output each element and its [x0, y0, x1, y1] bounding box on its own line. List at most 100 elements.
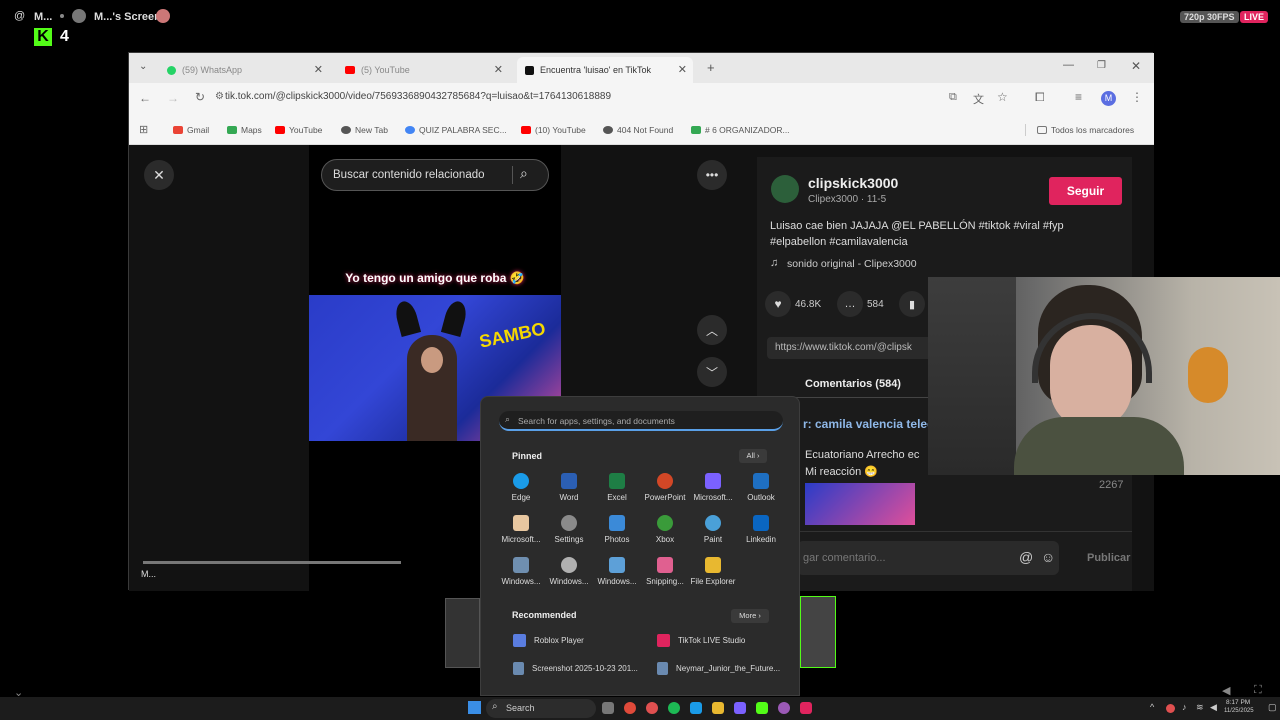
add-comment-input[interactable]: gar comentario... @ ☺ — [797, 541, 1059, 575]
translate-icon[interactable]: 文 — [973, 91, 984, 107]
windows-start-icon[interactable] — [468, 701, 481, 714]
bookmark-404[interactable]: 404 Not Found — [603, 125, 673, 135]
folder-icon[interactable] — [712, 702, 724, 714]
app-windows-3[interactable]: Windows... — [593, 557, 641, 586]
chevron-up-icon[interactable]: ︿ — [697, 315, 727, 345]
comment-user[interactable]: Ecuatoriano Arrecho ec — [805, 449, 919, 461]
restore-icon[interactable]: ❐ — [1097, 60, 1106, 71]
follow-button[interactable]: Seguir — [1049, 177, 1122, 205]
volume-icon[interactable]: ◀ — [1222, 684, 1230, 697]
app-snipping[interactable]: Snipping... — [641, 557, 689, 586]
heart-icon[interactable]: ♥ — [765, 291, 791, 317]
tab-search-icon[interactable]: ⌄ — [139, 61, 147, 72]
author-avatar[interactable] — [771, 175, 799, 203]
app-powerpoint[interactable]: PowerPoint — [641, 473, 689, 502]
rec-item[interactable]: Roblox Player — [513, 634, 584, 647]
search-icon[interactable]: ⌕ — [520, 165, 528, 182]
app-word[interactable]: Word — [545, 473, 593, 502]
rec-item[interactable]: Neymar_Junior_the_Future... — [657, 662, 780, 675]
bookmark-maps[interactable]: Maps — [227, 125, 262, 135]
publish-button[interactable]: Publicar — [1087, 552, 1130, 564]
app-edge[interactable]: Edge — [497, 473, 545, 502]
browser-icon[interactable] — [646, 702, 658, 714]
menu-icon[interactable]: ⋮ — [1131, 90, 1143, 104]
kick-icon[interactable] — [756, 702, 768, 714]
edge-icon[interactable] — [690, 702, 702, 714]
app-settings[interactable]: Settings — [545, 515, 593, 544]
comment-image[interactable] — [805, 483, 915, 525]
app-photos[interactable]: Photos — [593, 515, 641, 544]
wifi-icon[interactable]: ≋ — [1196, 702, 1204, 713]
app-windows-1[interactable]: Windows... — [497, 557, 545, 586]
bookmark-new-tab[interactable]: New Tab — [341, 125, 388, 135]
notification-icon[interactable]: ▢ — [1268, 702, 1277, 713]
url-field[interactable]: tik.tok.com/@clipskick3000/video/7569336… — [225, 91, 611, 102]
mention-icon[interactable]: @ — [1019, 549, 1033, 565]
emoji-icon[interactable]: ☺ — [1041, 549, 1055, 565]
profile-avatar[interactable]: M — [1101, 91, 1116, 106]
all-bookmarks[interactable]: Todos los marcadores — [1037, 125, 1134, 135]
chevron-down-icon[interactable]: ﹀ — [697, 357, 727, 387]
bookmark-icon[interactable]: ▮ — [899, 291, 925, 317]
fullscreen-icon[interactable]: ⛶ — [1254, 684, 1262, 697]
taskbar-search[interactable]: ⌕ Search — [486, 699, 596, 718]
close-icon[interactable]: ✕ — [314, 63, 323, 76]
tray-icon[interactable] — [1166, 704, 1175, 713]
more-button[interactable]: More › — [731, 609, 769, 623]
bookmark-quiz[interactable]: QUIZ PALABRA SEC... — [405, 125, 507, 135]
author-name[interactable]: clipskick3000 — [808, 175, 898, 191]
app-excel[interactable]: Excel — [593, 473, 641, 502]
rec-item[interactable]: TikTok LIVE Studio — [657, 634, 745, 647]
bookmark-youtube[interactable]: YouTube — [275, 125, 322, 135]
app-windows-2[interactable]: Windows... — [545, 557, 593, 586]
bookmark-organizador[interactable]: # 6 ORGANIZADOR... — [691, 125, 790, 135]
close-window-icon[interactable]: ✕ — [1131, 59, 1141, 73]
app-paint[interactable]: Paint — [689, 515, 737, 544]
minimize-icon[interactable]: — — [1063, 59, 1074, 71]
progress-bar[interactable] — [143, 561, 401, 564]
close-icon[interactable]: ✕ — [494, 63, 503, 76]
clock-date[interactable]: 11/25/2025 — [1224, 708, 1254, 714]
window-thumbnail[interactable] — [445, 598, 480, 668]
speaker-icon[interactable]: ◀ — [1210, 702, 1217, 713]
close-video-icon[interactable]: ✕ — [144, 160, 174, 190]
tab-comments[interactable]: Comentarios (584) — [805, 378, 901, 390]
chrome-icon[interactable] — [624, 702, 636, 714]
back-icon[interactable]: ← — [139, 91, 151, 105]
site-info-icon[interactable]: ⚙ — [215, 91, 224, 102]
tray-chevron-icon[interactable]: ^ — [1150, 702, 1154, 712]
spotify-icon[interactable] — [668, 702, 680, 714]
comment-icon[interactable]: … — [837, 291, 863, 317]
close-icon[interactable]: ✕ — [678, 63, 687, 76]
bookmark-gmail[interactable]: Gmail — [173, 125, 209, 135]
reload-icon[interactable]: ↻ — [195, 90, 205, 104]
forward-icon[interactable]: → — [167, 91, 179, 105]
all-apps-button[interactable]: All › — [739, 449, 767, 463]
more-options-icon[interactable]: ••• — [697, 160, 727, 190]
window-thumbnail[interactable] — [800, 596, 836, 668]
app-file-explorer[interactable]: File Explorer — [689, 557, 737, 586]
app-microsoft-store[interactable]: Microsoft... — [497, 515, 545, 544]
new-tab-icon[interactable]: + — [707, 60, 715, 75]
task-view-icon[interactable] — [602, 702, 614, 714]
tab-whatsapp[interactable]: (59) WhatsApp ✕ — [159, 57, 329, 83]
app-xbox[interactable]: Xbox — [641, 515, 689, 544]
app-icon[interactable] — [778, 702, 790, 714]
start-search-input[interactable]: ⌕ Search for apps, settings, and documen… — [499, 411, 783, 431]
clock-time[interactable]: 8:17 PM — [1226, 699, 1250, 706]
sound-label[interactable]: sonido original - Clipex3000 — [787, 258, 917, 270]
media-icon[interactable]: ≡ — [1075, 90, 1082, 104]
extensions-icon[interactable]: ⧠ — [1035, 90, 1045, 105]
rec-item[interactable]: Screenshot 2025-10-23 201... — [513, 662, 638, 675]
star-icon[interactable]: ☆ — [997, 90, 1008, 104]
related-search-input[interactable]: Buscar contenido relacionado ⌕ — [321, 159, 549, 191]
app-outlook[interactable]: Outlook — [737, 473, 785, 502]
install-icon[interactable]: ⧉ — [949, 91, 957, 104]
mic-icon[interactable]: ♪ — [1182, 702, 1187, 712]
app-linkedin[interactable]: Linkedin — [737, 515, 785, 544]
bookmark-youtube-10[interactable]: (10) YouTube — [521, 125, 586, 135]
app-microsoft-365[interactable]: Microsoft... — [689, 473, 737, 502]
tab-tiktok[interactable]: Encuentra 'luisao' en TikTok ✕ — [517, 57, 693, 83]
tiktok-live-icon[interactable] — [800, 702, 812, 714]
app-icon[interactable] — [734, 702, 746, 714]
